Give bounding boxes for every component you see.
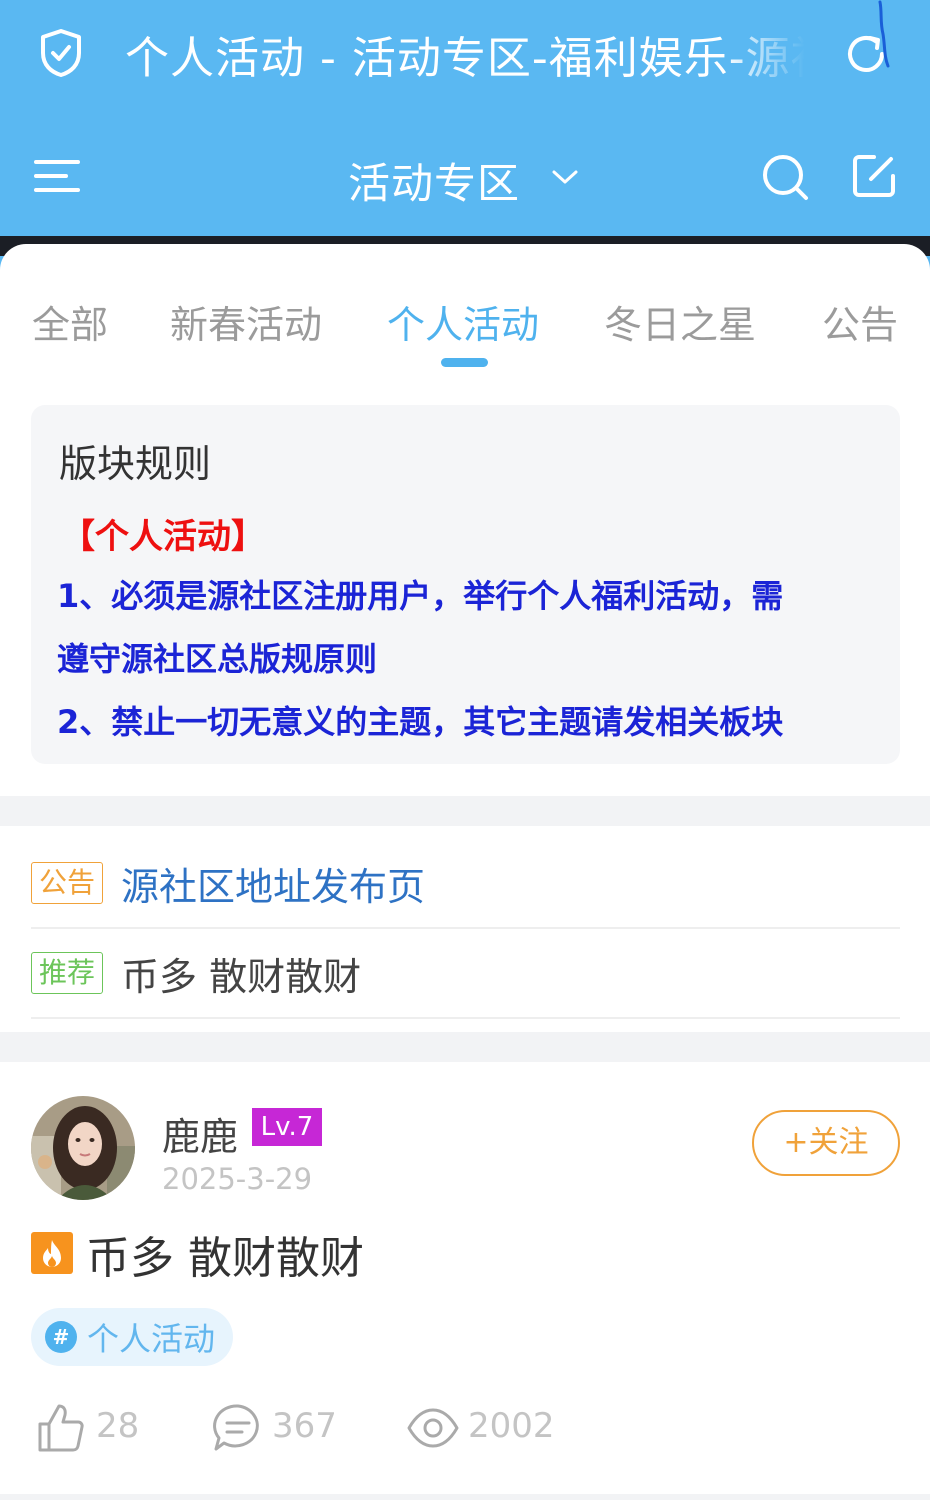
tab-announcements[interactable]: 公告 [822, 294, 898, 349]
rules-line: 遵守源社区总版规原则 [57, 640, 378, 678]
like-count: 28 [96, 1406, 140, 1446]
shield-check-icon[interactable] [38, 28, 84, 78]
notice-row-announcement[interactable]: 公告 源社区地址发布页 [31, 842, 900, 932]
topic-chip[interactable]: # 个人活动 [31, 1308, 233, 1366]
thumbs-up-icon [38, 1404, 84, 1452]
eye-icon [407, 1408, 459, 1448]
comment-button[interactable]: 367 [212, 1398, 352, 1458]
edit-icon[interactable] [850, 152, 898, 200]
tab-active-indicator [441, 358, 488, 367]
tab-all[interactable]: 全部 [32, 294, 108, 349]
text-cursor-mark [878, 0, 890, 68]
avatar[interactable] [31, 1096, 135, 1200]
post-date: 2025-3-29 [162, 1162, 313, 1196]
section-divider [0, 1032, 930, 1062]
tab-winter-star[interactable]: 冬日之星 [604, 294, 756, 349]
author-name[interactable]: 鹿鹿 [162, 1106, 238, 1161]
section-divider [0, 796, 930, 826]
hashtag-icon: # [45, 1321, 77, 1353]
comment-icon [213, 1404, 259, 1451]
view-count: 2002 [468, 1406, 555, 1446]
rules-line: 1、必须是源社区注册用户，举行个人福利活动，需 [57, 577, 784, 615]
app-window: 个人活动 - 活动专区-福利娱乐-源社区 活动专区 全部 [0, 0, 930, 1500]
menu-icon[interactable] [34, 156, 80, 196]
row-divider [31, 1017, 900, 1019]
level-badge: Lv.7 [252, 1108, 322, 1146]
rules-text: 1、必须是源社区注册用户，举行个人福利活动，需 遵守源社区总版规原则 2、禁止一… [57, 565, 877, 754]
search-icon[interactable] [760, 152, 810, 202]
like-button[interactable]: 28 [36, 1398, 156, 1458]
notice-title[interactable]: 币多 散财散财 [121, 946, 361, 1001]
announcement-tag: 公告 [31, 862, 103, 904]
follow-button[interactable]: +关注 [752, 1110, 900, 1176]
rules-line: 2、禁止一切无意义的主题，其它主题请发相关板块 [57, 703, 784, 741]
recommended-tag: 推荐 [31, 952, 103, 994]
post-title[interactable]: 币多 散财散财 [86, 1222, 364, 1286]
app-header: 活动专区 [0, 110, 930, 240]
svg-text:#: # [53, 1325, 70, 1349]
notice-row-recommended[interactable]: 推荐 币多 散财散财 [31, 932, 900, 1022]
comment-count: 367 [272, 1406, 337, 1446]
content-sheet: 全部 新春活动 个人活动 冬日之星 公告 版块规则 【个人活动】 1、必须是源社… [0, 244, 930, 1500]
topic-label: 个人活动 [87, 1320, 216, 1358]
board-rules-box: 版块规则 【个人活动】 1、必须是源社区注册用户，举行个人福利活动，需 遵守源社… [31, 405, 900, 764]
rules-heading: 【个人活动】 [61, 517, 265, 557]
rules-title: 版块规则 [59, 442, 212, 486]
notice-title[interactable]: 源社区地址发布页 [121, 856, 425, 911]
row-divider [31, 927, 900, 929]
hot-icon [31, 1232, 73, 1274]
view-count-stat: 2002 [406, 1398, 566, 1458]
tab-personal-events[interactable]: 个人活动 [387, 294, 539, 349]
tab-new-year-events[interactable]: 新春活动 [170, 294, 322, 349]
post-bottom-divider [0, 1494, 930, 1500]
chevron-down-icon[interactable] [550, 166, 580, 188]
browser-bar: 个人活动 - 活动专区-福利娱乐-源社区 [0, 0, 930, 110]
browser-title[interactable]: 个人活动 - 活动专区-福利娱乐-源社区 [125, 22, 805, 86]
page-title[interactable]: 活动专区 [348, 150, 520, 211]
